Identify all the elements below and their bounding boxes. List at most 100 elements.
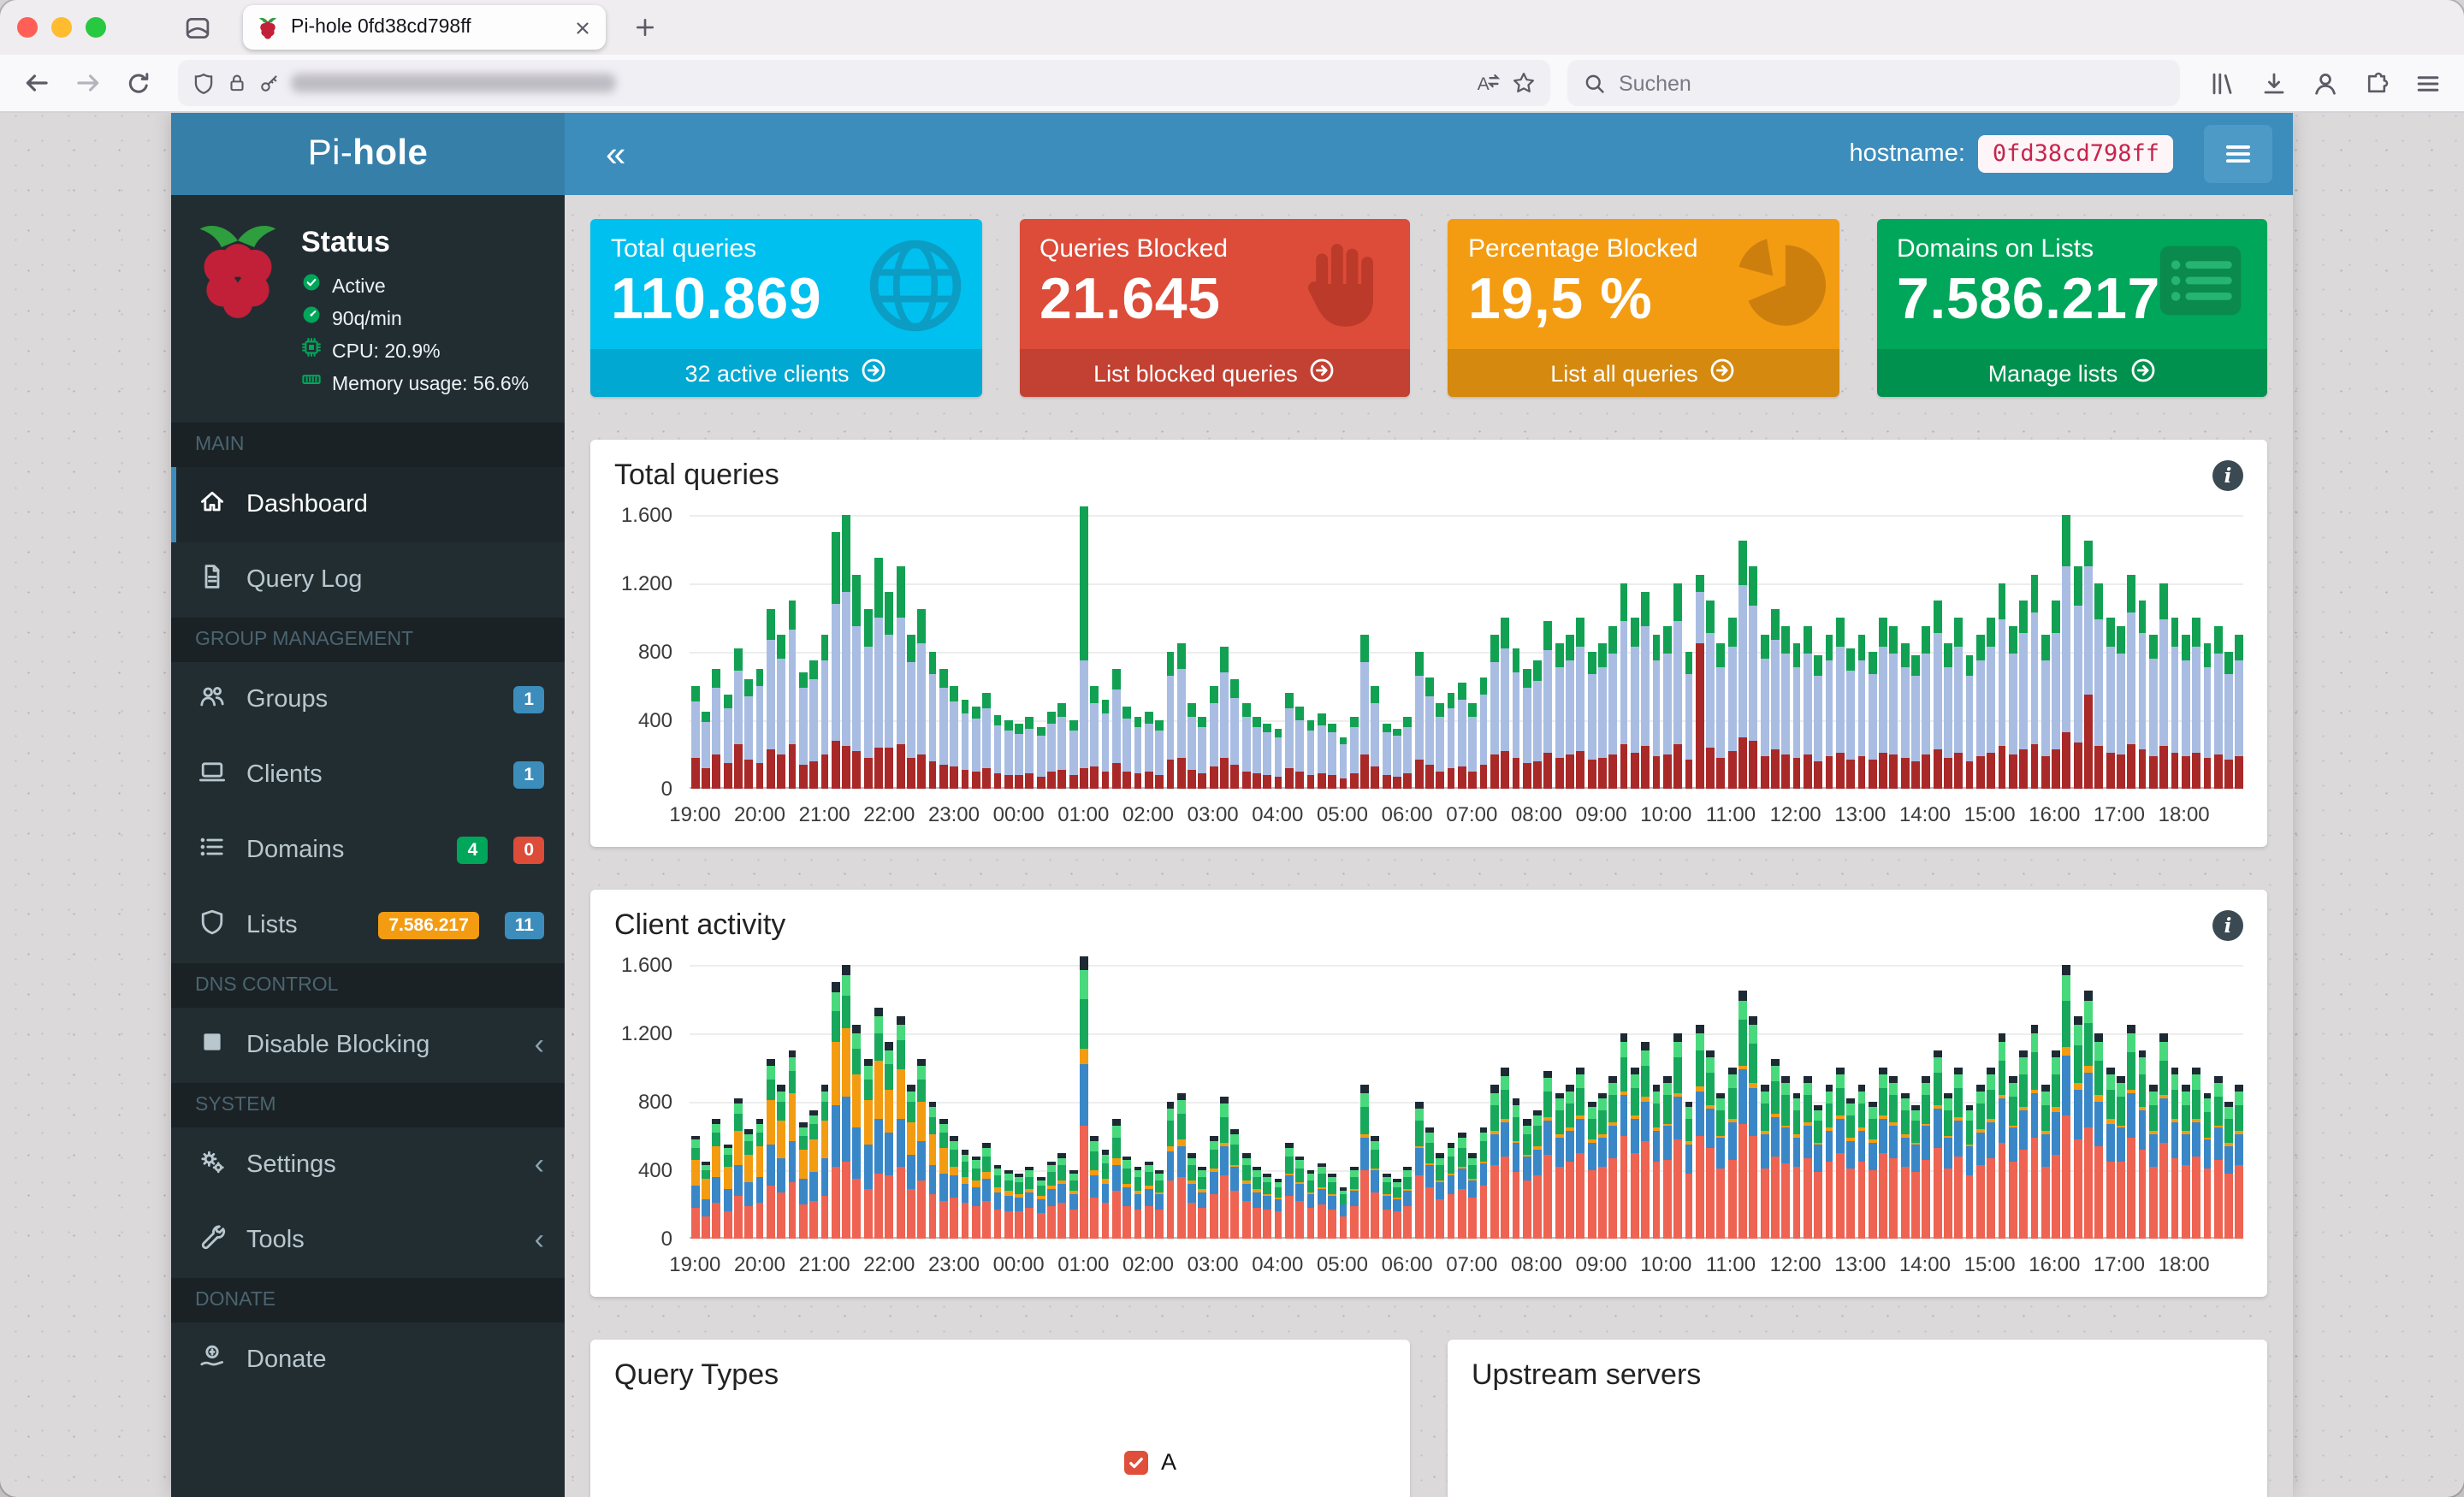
bar-segment [690,758,700,789]
bar-segment [1360,1106,1369,1134]
sidebar-item-settings[interactable]: Settings ‹ [171,1127,565,1203]
bar-segment [1889,754,1898,789]
translate-icon[interactable]: A [1473,69,1501,97]
bar [1015,1174,1023,1239]
tracking-protection-shield-icon[interactable] [192,71,216,95]
bar [2084,541,2093,789]
sidebar-item-disable-blocking[interactable]: Disable Blocking ‹ [171,1008,565,1083]
downloads-icon[interactable] [2252,61,2296,105]
bar-segment [1846,1169,1855,1239]
sidebar-item-donate[interactable]: Donate [171,1322,565,1398]
sidebar-collapse-icon[interactable]: « [592,129,639,179]
bar-segment [1587,674,1596,760]
sidebar-item-domains[interactable]: Domains 4 0 [171,813,565,888]
reload-icon[interactable] [116,61,161,105]
users-icon [200,686,224,707]
bar [831,532,840,789]
card-footer-link[interactable]: 32 active clients [590,349,981,397]
bar-segment [1975,1091,1985,1104]
sidebar-item-tools[interactable]: Tools ‹ [171,1203,565,1278]
bar-segment [982,708,991,768]
bar [1771,609,1780,789]
bar-segment [852,626,862,751]
bar [2203,643,2212,789]
tab-close-icon[interactable] [573,18,592,37]
url-redacted-text [291,74,616,92]
bar-segment [831,1167,840,1239]
card-footer-link[interactable]: List all queries [1448,349,1839,397]
pihole-brand[interactable]: Pi-hole [171,113,565,195]
bookmark-star-icon[interactable] [1511,70,1537,96]
bar-segment [1134,727,1142,773]
browser-tab[interactable]: Pi-hole 0fd38cd798ff [243,5,606,50]
bar-segment [1176,1113,1186,1140]
bar-segment [1501,1157,1509,1239]
extensions-icon[interactable] [2354,61,2399,105]
close-window-button[interactable] [17,17,38,38]
sidebar-item-dashboard[interactable]: Dashboard [171,466,565,542]
bar [1814,1105,1823,1239]
bar [1652,1085,1661,1239]
bar [1792,643,1801,789]
bar-segment [1760,1133,1768,1169]
bar-segment [1047,724,1056,772]
bar-segment [1620,744,1628,789]
bar [809,660,818,789]
new-tab-button[interactable] [623,5,667,50]
firefox-view-icon[interactable] [175,5,219,50]
library-icon[interactable] [2200,61,2245,105]
checkbox-icon[interactable] [1124,1450,1149,1474]
bar-segment [1339,1216,1348,1239]
sidebar-item-clients[interactable]: Clients 1 [171,737,565,813]
menu-hamburger-icon[interactable] [2406,61,2450,105]
lock-icon[interactable] [226,72,248,94]
bar-segment [863,609,873,647]
info-icon[interactable]: i [2212,910,2243,941]
bar-segment [2138,1050,2147,1058]
bar-segment [928,674,937,761]
bar-segment [2235,635,2244,660]
forward-icon[interactable] [65,61,110,105]
bar-segment [831,1041,840,1105]
bar [1727,618,1737,789]
url-bar[interactable]: A [178,60,1550,106]
y-tick-label: 0 [660,1227,672,1251]
app-menu-hamburger-icon[interactable] [2204,125,2272,183]
bar [950,686,959,789]
query-type-checkbox-a[interactable]: A [1124,1449,1176,1475]
bar-segment [1447,1147,1455,1157]
sidebar-item-lists[interactable]: Lists 7.586.217 11 [171,888,565,963]
bar-segment [1501,751,1509,789]
bar-segment [1047,772,1056,789]
back-icon[interactable] [14,61,58,105]
search-bar[interactable]: Suchen [1567,60,2180,106]
bar-segment [1134,717,1142,727]
zoom-window-button[interactable] [86,17,106,38]
bar [1025,717,1034,789]
bar-segment [1987,1090,1996,1119]
bar-segment [1479,1133,1488,1142]
sidebar-item-groups[interactable]: Groups 1 [171,662,565,737]
account-icon[interactable] [2303,61,2348,105]
bar [1846,1098,1855,1239]
card-footer-link[interactable]: List blocked queries [1019,349,1410,397]
key-icon[interactable] [258,72,281,94]
x-tick-label: 16:00 [2029,1252,2081,1276]
sidebar-item-query-log[interactable]: Query Log [171,542,565,618]
bar-segment [1716,758,1726,789]
info-icon[interactable]: i [2212,460,2243,491]
minimize-window-button[interactable] [51,17,72,38]
x-tick-label: 22:00 [863,802,915,826]
x-tick-label: 20:00 [733,1252,785,1276]
bar-segment [1987,618,1996,647]
bar [1835,618,1845,789]
bar-segment [1673,583,1682,621]
bar-segment [1295,707,1305,720]
gauge-icon [303,306,320,323]
bar-segment [1662,1126,1672,1161]
bar-segment [820,1091,829,1102]
bar [1393,1179,1401,1239]
card-footer-link[interactable]: Manage lists [1876,349,2267,397]
bar-segment [1641,626,1650,746]
bar [723,695,732,789]
